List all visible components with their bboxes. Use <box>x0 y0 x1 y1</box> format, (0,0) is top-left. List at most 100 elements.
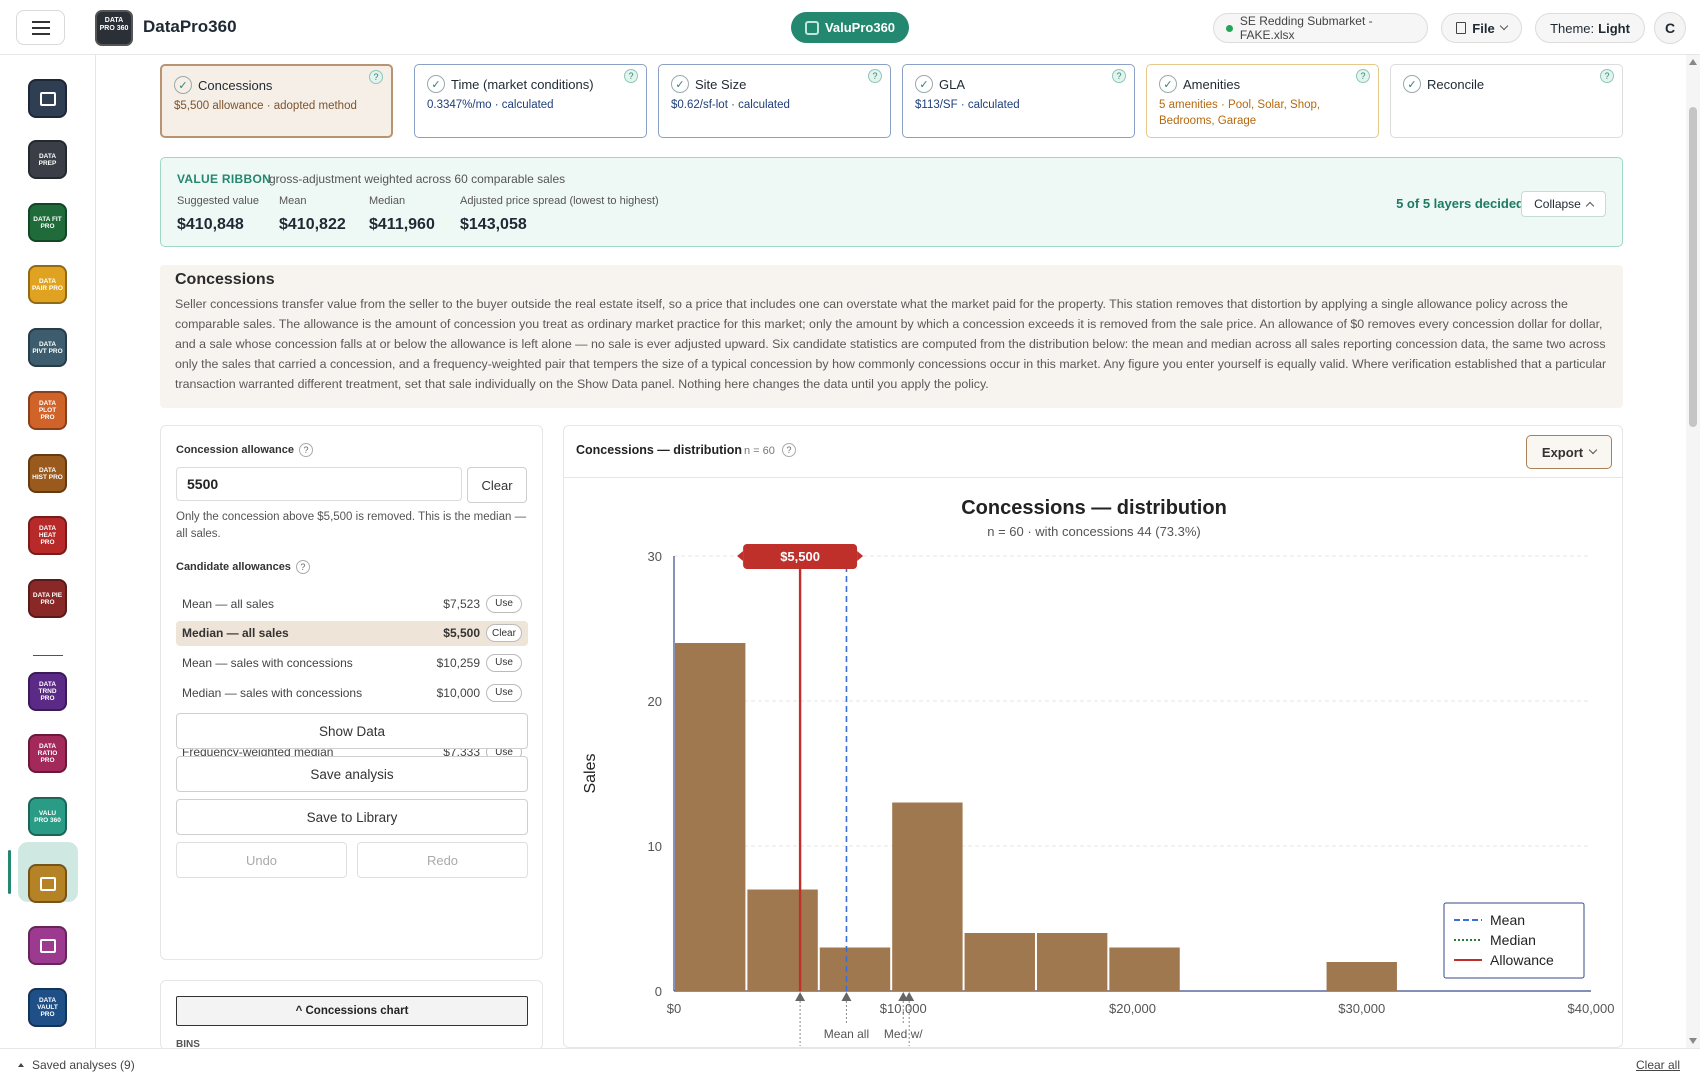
check-icon: ✓ <box>915 75 933 93</box>
sidebar-item-data-heat[interactable]: DATA HEAT PRO <box>28 516 67 555</box>
marker-triangle-icon <box>795 992 806 1001</box>
export-button[interactable]: Export <box>1526 435 1612 469</box>
help-icon[interactable]: ? <box>868 69 882 83</box>
scroll-up-arrow-icon[interactable] <box>1689 59 1697 65</box>
candidate-action-button[interactable]: Use <box>486 594 522 613</box>
layer-card-gla[interactable]: ✓ GLA $113/SF · calculated? <box>902 64 1135 138</box>
layer-card-title: ✓ Site Size <box>671 75 878 93</box>
concessions-chart-toggle[interactable]: ^ Concessions chart <box>176 996 528 1026</box>
sidebar-item-label: DATA FIT PRO <box>33 215 62 230</box>
sidebar-item-data-pair[interactable]: DATA PAIR PRO <box>28 265 67 304</box>
help-icon[interactable]: ? <box>369 70 383 84</box>
hamburger-menu-button[interactable] <box>16 10 65 45</box>
file-menu-button[interactable]: File <box>1441 13 1522 43</box>
file-chip[interactable]: SE Redding Submarket - FAKE.xlsx <box>1213 13 1428 43</box>
clear-allowance-button[interactable]: Clear <box>467 467 527 503</box>
bar-chart-icon <box>39 938 56 953</box>
y-tick-label: 20 <box>648 694 662 709</box>
sidebar-item-report-chart[interactable] <box>28 926 67 965</box>
station-description: Concessions Seller concessions transfer … <box>160 265 1623 408</box>
help-icon[interactable]: ? <box>1600 69 1614 83</box>
check-icon: ✓ <box>174 76 192 94</box>
scroll-down-arrow-icon[interactable] <box>1689 1038 1697 1044</box>
y-tick-label: 0 <box>655 984 662 999</box>
histogram-bar <box>1326 962 1397 991</box>
sidebar-item-valu-pro[interactable]: VALU PRO 360 <box>28 797 67 836</box>
module-icon <box>804 20 819 35</box>
sidebar: DATA PREP DATA FIT PRO DATA PAIR PRO DATA P… <box>0 55 96 1048</box>
scrollbar-thumb[interactable] <box>1689 107 1697 427</box>
sidebar-item-data-hist[interactable]: DATA HIST PRO <box>28 454 67 493</box>
candidate-row[interactable]: Mean — all sales $7,523 Use <box>176 591 528 616</box>
chevron-up-icon <box>1585 201 1595 211</box>
sidebar-item-report-grid[interactable] <box>28 864 67 903</box>
sidebar-divider <box>33 655 63 656</box>
app-title: DataPro360 <box>143 17 237 36</box>
layer-card-concessions[interactable]: ✓ Concessions $5,500 allowance · adopted m… <box>160 64 393 138</box>
candidate-action-button[interactable]: Clear <box>486 624 522 643</box>
candidate-row[interactable]: Mean — sales with concessions $10,259 Use <box>176 650 528 675</box>
help-icon[interactable]: ? <box>782 443 796 457</box>
saved-analyses-toggle[interactable]: Saved analyses (9) <box>18 1058 135 1072</box>
save-analysis-button[interactable]: Save analysis <box>176 756 528 792</box>
layer-card-reconcile[interactable]: ✓ Reconcile? <box>1390 64 1623 138</box>
layer-card-site[interactable]: ✓ Site Size $0.62/sf-lot · calculated? <box>658 64 891 138</box>
legend-label: Allowance <box>1490 952 1554 968</box>
histogram-bar <box>1036 933 1108 991</box>
hamburger-icon <box>31 26 50 29</box>
show-data-button[interactable]: Show Data <box>176 713 528 749</box>
marker-triangle-icon <box>841 992 852 1001</box>
ribbon-label: VALUE RIBBON <box>177 172 272 186</box>
file-name: SE Redding Submarket - FAKE.xlsx <box>1239 14 1373 42</box>
layer-card-amenities[interactable]: ✓ Amenities 5 amenities · Pool, Solar, Sho… <box>1146 64 1379 138</box>
sidebar-item-data-ratio[interactable]: DATA RATIO PRO <box>28 734 67 773</box>
undo-button[interactable]: Undo <box>176 842 347 878</box>
help-icon[interactable]: ? <box>624 69 638 83</box>
sidebar-item-data-trnd[interactable]: DATA TRND PRO <box>28 672 67 711</box>
help-icon[interactable]: ? <box>298 443 313 457</box>
station-title: Concessions <box>175 271 275 288</box>
sidebar-item-label: DATA PLOT PRO <box>38 400 57 421</box>
status-dot-icon <box>1226 24 1233 32</box>
histogram-bar <box>964 933 1035 991</box>
layer-card-title: ✓ Time (market conditions) <box>427 75 634 93</box>
sidebar-item-home[interactable] <box>28 79 67 118</box>
sidebar-item-data-prep[interactable]: DATA PREP <box>28 140 67 179</box>
stat-median-label: Median <box>369 195 406 207</box>
sidebar-item-data-pie[interactable]: DATA PIE PRO <box>28 579 67 618</box>
layer-card-title: ✓ Reconcile <box>1403 75 1610 93</box>
check-icon: ✓ <box>1159 75 1177 93</box>
candidate-value: $7,523 <box>443 596 480 611</box>
page-scrollbar[interactable] <box>1686 55 1700 1048</box>
sidebar-item-data-vault[interactable]: DATA VAULT PRO <box>28 988 67 1027</box>
help-icon[interactable]: ? <box>295 560 310 574</box>
histogram-bar <box>819 947 891 991</box>
redo-button[interactable]: Redo <box>357 842 528 878</box>
candidate-action-button[interactable]: Use <box>486 653 522 672</box>
clear-all-link[interactable]: Clear all <box>1636 1058 1680 1072</box>
sidebar-item-data-plot[interactable]: DATA PLOT PRO <box>28 391 67 430</box>
layer-card-title-text: Amenities <box>1183 76 1241 92</box>
concessions-histogram: Concessions — distribution n = 60 · with … <box>582 497 1615 1046</box>
top-bar: DATA PRO 360 DataPro360 ValuPro360 SE Re… <box>0 0 1700 55</box>
stat-mean-value: $410,822 <box>279 216 346 233</box>
save-to-library-button[interactable]: Save to Library <box>176 799 528 835</box>
module-pill[interactable]: ValuPro360 <box>791 12 909 43</box>
allowance-input[interactable] <box>176 467 462 501</box>
avatar[interactable]: C <box>1654 12 1686 44</box>
help-icon[interactable]: ? <box>1112 69 1126 83</box>
marker-label: Med w/ <box>884 1027 923 1041</box>
candidate-action-button[interactable]: Use <box>486 683 522 702</box>
sidebar-item-label: DATA VAULT PRO <box>37 997 58 1018</box>
candidate-row[interactable]: Median — sales with concessions $10,000 Us… <box>176 680 528 705</box>
sidebar-item-data-fit[interactable]: DATA FIT PRO <box>28 203 67 242</box>
help-icon[interactable]: ? <box>1356 69 1370 83</box>
check-icon: ✓ <box>1403 75 1421 93</box>
candidate-row[interactable]: Median — all sales $5,500 Clear <box>176 620 528 646</box>
station-body: Seller concessions transfer value from t… <box>175 297 1607 391</box>
sidebar-item-data-pivt[interactable]: DATA PIVT PRO <box>28 328 67 367</box>
layer-card-time[interactable]: ✓ Time (market conditions) 0.3347%/mo · ca… <box>414 64 647 138</box>
marker-label: Mean all <box>824 1027 869 1041</box>
collapse-button[interactable]: Collapse <box>1521 191 1606 217</box>
theme-toggle[interactable]: Theme: Light <box>1535 13 1645 43</box>
